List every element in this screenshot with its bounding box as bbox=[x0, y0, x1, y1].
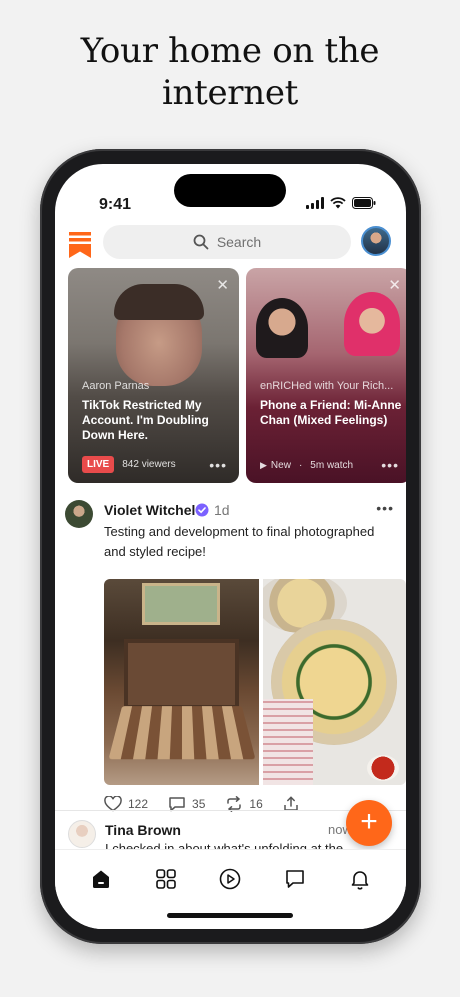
phone-frame: 9:41 Search ✕ Aaron Parnas TikTok Restri… bbox=[40, 149, 421, 944]
status-time: 9:41 bbox=[99, 196, 132, 213]
headline-line-2: internet bbox=[161, 73, 299, 113]
story-footer: ▶ New · 5m watch ••• bbox=[260, 457, 399, 473]
post-timestamp: 1d bbox=[214, 502, 230, 518]
battery-icon bbox=[352, 197, 376, 209]
play-small-icon: ▶ bbox=[260, 459, 267, 470]
story-thumbnail-person-left bbox=[256, 298, 308, 358]
avatar[interactable] bbox=[68, 820, 96, 848]
signal-icon bbox=[306, 197, 324, 209]
live-badge: LIVE bbox=[82, 456, 115, 473]
tab-explore[interactable] bbox=[151, 864, 181, 894]
story-thumbnail-person-right bbox=[344, 292, 400, 356]
close-icon[interactable]: ✕ bbox=[388, 276, 401, 294]
tab-home[interactable] bbox=[86, 864, 116, 894]
story-thumbnail-hair bbox=[114, 284, 204, 320]
headline-line-1: Your home on the bbox=[80, 31, 380, 71]
story-duration: 5m watch bbox=[310, 459, 354, 471]
more-icon[interactable]: ••• bbox=[376, 500, 394, 516]
headline: Your home on the internet bbox=[0, 30, 460, 114]
profile-avatar[interactable] bbox=[361, 226, 391, 256]
painting bbox=[142, 583, 220, 625]
story-title: TikTok Restricted My Account. I'm Doubli… bbox=[82, 398, 209, 442]
search-icon bbox=[193, 234, 209, 250]
tab-video[interactable] bbox=[215, 864, 245, 894]
comment-count: 35 bbox=[192, 797, 206, 811]
more-icon[interactable]: ••• bbox=[209, 457, 227, 473]
post-text: Testing and development to final photogr… bbox=[104, 524, 375, 559]
story-card-live[interactable]: ✕ Aaron Parnas TikTok Restricted My Acco… bbox=[68, 268, 239, 483]
napkin bbox=[263, 699, 313, 785]
story-author: Aaron Parnas bbox=[82, 380, 150, 392]
dynamic-island bbox=[174, 174, 286, 207]
post-image-pasta[interactable] bbox=[263, 579, 406, 785]
story-title: Phone a Friend: Mi-Anne Chan (Mixed Feel… bbox=[260, 398, 402, 427]
new-label: New bbox=[270, 459, 291, 471]
chili-bowl bbox=[367, 755, 399, 781]
bell-icon bbox=[351, 871, 368, 890]
story-author: enRICHed with Your Rich... bbox=[260, 380, 394, 392]
search-input[interactable]: Search bbox=[103, 225, 351, 259]
post-image-chessboard[interactable] bbox=[104, 579, 259, 785]
dot-separator: · bbox=[298, 459, 303, 471]
verified-icon bbox=[195, 503, 209, 517]
more-icon[interactable]: ••• bbox=[381, 457, 399, 473]
chat-icon bbox=[286, 870, 304, 888]
compose-button[interactable]: + bbox=[346, 800, 392, 846]
home-indicator bbox=[167, 913, 293, 918]
top-bar: Search bbox=[55, 224, 406, 264]
story-card-video[interactable]: ✕ enRICHed with Your Rich... Phone a Fri… bbox=[246, 268, 406, 483]
avatar[interactable] bbox=[65, 500, 93, 528]
play-icon bbox=[220, 868, 241, 890]
tab-notifications[interactable] bbox=[345, 864, 375, 894]
grid-icon bbox=[156, 869, 176, 889]
restack-count: 16 bbox=[249, 797, 263, 811]
home-icon bbox=[93, 870, 110, 888]
fireplace bbox=[124, 639, 239, 709]
chessboard bbox=[108, 706, 256, 760]
post-author[interactable]: Violet Witchel bbox=[104, 502, 195, 518]
close-icon[interactable]: ✕ bbox=[216, 276, 229, 294]
status-icons bbox=[306, 197, 376, 209]
story-viewers: 842 viewers bbox=[122, 459, 176, 470]
post-author[interactable]: Tina Brown bbox=[105, 822, 181, 838]
tab-chat[interactable] bbox=[280, 864, 310, 894]
story-footer: LIVE 842 viewers ••• bbox=[82, 456, 227, 473]
like-count: 122 bbox=[128, 797, 149, 811]
wifi-icon bbox=[330, 197, 346, 209]
substack-logo-icon[interactable] bbox=[69, 232, 91, 258]
phone-screen: 9:41 Search ✕ Aaron Parnas TikTok Restri… bbox=[55, 164, 406, 929]
search-placeholder: Search bbox=[216, 234, 262, 250]
